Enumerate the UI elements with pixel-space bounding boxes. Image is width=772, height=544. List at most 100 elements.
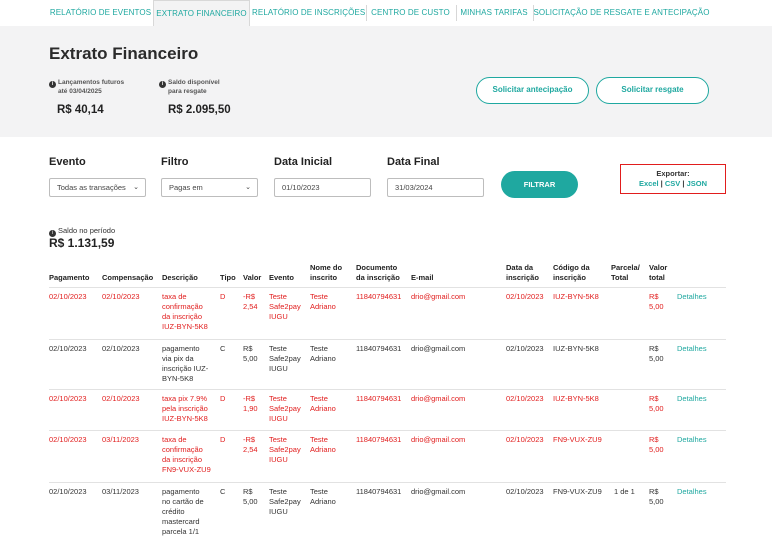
cell-email: drio@gmail.com	[411, 487, 466, 496]
col-descricao: Descrição	[162, 273, 198, 282]
cell-codigo: IUZ-BYN-5K8	[553, 292, 599, 301]
chevron-down-icon: ⌄	[245, 184, 251, 191]
cell-parcela: 1 de 1	[614, 487, 635, 496]
cell-compensacao: 02/10/2023	[102, 292, 140, 301]
cell-email: drio@gmail.com	[411, 344, 466, 353]
col-valor-total: Valor total	[649, 263, 668, 282]
cell-tipo: D	[220, 435, 226, 444]
col-pagamento: Pagamento	[49, 273, 90, 282]
cell-codigo: IUZ-BYN-5K8	[553, 344, 599, 353]
cell-total: R$ 5,00	[649, 394, 664, 413]
details-link[interactable]: Detalhes	[677, 487, 707, 497]
cell-documento: 11840794631	[356, 487, 402, 496]
page-title: Extrato Financeiro	[49, 44, 199, 63]
cell-codigo: IUZ-BYN-5K8	[553, 394, 599, 403]
cell-codigo: FN9-VUX-ZU9	[553, 435, 602, 444]
row-divider	[49, 389, 726, 390]
row-divider	[49, 339, 726, 340]
export-json-link[interactable]: JSON	[687, 179, 707, 188]
cell-evento: Teste Safe2pay IUGU	[269, 394, 301, 423]
cell-email: drio@gmail.com	[411, 394, 466, 403]
cell-tipo: D	[220, 394, 226, 403]
details-link[interactable]: Detalhes	[677, 292, 707, 302]
cell-data: 02/10/2023	[506, 435, 544, 444]
cell-evento: Teste Safe2pay IUGU	[269, 344, 301, 373]
tab-solicitacao-resgate[interactable]: SOLICITAÇÃO DE RESGATE E ANTECIPAÇÃO	[533, 0, 710, 26]
export-excel-link[interactable]: Excel	[639, 179, 659, 188]
cell-pagamento: 02/10/2023	[49, 435, 87, 444]
tab-minhas-tarifas[interactable]: MINHAS TARIFAS	[456, 0, 532, 26]
cell-total: R$ 5,00	[649, 435, 664, 454]
cell-compensacao: 03/11/2023	[102, 435, 139, 444]
data-inicial-label: Data Inicial	[274, 156, 333, 168]
filter-button[interactable]: FILTRAR	[501, 171, 578, 198]
cell-pagamento: 02/10/2023	[49, 292, 87, 301]
evento-select[interactable]: Todas as transações ⌄	[49, 178, 146, 197]
cell-compensacao: 03/11/2023	[102, 487, 139, 496]
col-documento: Documento da inscrição	[356, 263, 400, 282]
request-anticipation-button[interactable]: Solicitar antecipação	[476, 77, 589, 104]
cell-descricao: taxa de confirmação da inscrição IUZ-BYN-5K…	[162, 292, 208, 331]
cell-nome: Teste Adriano	[310, 394, 336, 413]
info-icon: i	[49, 81, 56, 88]
cell-total: R$ 5,00	[649, 292, 664, 311]
col-nome: Nome do inscrito	[310, 263, 343, 282]
cell-nome: Teste Adriano	[310, 292, 336, 311]
col-data-inscricao: Data da inscrição	[506, 263, 539, 282]
cell-nome: Teste Adriano	[310, 344, 336, 363]
row-divider	[49, 482, 726, 483]
tab-relatorio-eventos[interactable]: RELATÓRIO DE EVENTOS	[49, 0, 152, 26]
col-parcela: Parcela/Total	[611, 263, 640, 282]
cell-data: 02/10/2023	[506, 344, 544, 353]
col-valor: Valor	[243, 273, 262, 282]
cell-total: R$ 5,00	[649, 487, 664, 506]
cell-evento: Teste Safe2pay IUGU	[269, 435, 301, 464]
chevron-down-icon: ⌄	[133, 184, 139, 191]
cell-valor: R$ 5,00	[243, 344, 258, 363]
cell-data: 02/10/2023	[506, 292, 544, 301]
cell-descricao: pagamento via pix da inscrição IUZ- BYN-5K8	[162, 344, 209, 383]
export-csv-link[interactable]: CSV	[665, 179, 680, 188]
row-divider	[49, 287, 726, 288]
tab-extrato-financeiro[interactable]: EXTRATO FINANCEIRO	[153, 0, 250, 27]
export-box: Exportar: Excel | CSV | JSON	[620, 164, 726, 194]
cell-valor: R$ 5,00	[243, 487, 258, 506]
col-tipo: Tipo	[220, 273, 236, 282]
export-label: Exportar:	[656, 169, 690, 178]
data-final-input[interactable]: 31/03/2024	[387, 178, 484, 197]
cell-tipo: C	[220, 344, 226, 353]
details-link[interactable]: Detalhes	[677, 344, 707, 354]
cell-tipo: D	[220, 292, 226, 301]
tab-relatorio-inscricoes[interactable]: RELATÓRIO DE INSCRIÇÕES	[252, 0, 365, 26]
details-link[interactable]: Detalhes	[677, 435, 707, 445]
cell-descricao: taxa de confirmação da inscrição FN9-VUX-ZU…	[162, 435, 211, 474]
info-icon: i	[159, 81, 166, 88]
cell-valor: -R$ 1,90	[243, 394, 258, 413]
evento-label: Evento	[49, 156, 86, 168]
nav-tabs: RELATÓRIO DE EVENTOS EXTRATO FINANCEIRO …	[0, 0, 772, 27]
details-link[interactable]: Detalhes	[677, 394, 707, 404]
cell-email: drio@gmail.com	[411, 435, 466, 444]
col-email: E-mail	[411, 273, 434, 282]
row-divider	[49, 430, 726, 431]
available-balance-value: R$ 2.095,50	[168, 104, 231, 116]
cell-pagamento: 02/10/2023	[49, 344, 87, 353]
cell-email: drio@gmail.com	[411, 292, 466, 301]
data-inicial-input[interactable]: 01/10/2023	[274, 178, 371, 197]
filtro-select[interactable]: Pagas em ⌄	[161, 178, 258, 197]
cell-evento: Teste Safe2pay IUGU	[269, 292, 301, 321]
cell-documento: 11840794631	[356, 344, 402, 353]
cell-codigo: FN9-VUX-ZU9	[553, 487, 602, 496]
cell-total: R$ 5,00	[649, 344, 664, 363]
filtro-label: Filtro	[161, 156, 189, 168]
period-balance-value: R$ 1.131,59	[49, 236, 115, 250]
tab-centro-custo[interactable]: CENTRO DE CUSTO	[366, 0, 455, 26]
cell-data: 02/10/2023	[506, 394, 544, 403]
col-compensacao: Compensação	[102, 273, 154, 282]
future-entries-value: R$ 40,14	[57, 104, 104, 116]
request-withdraw-button[interactable]: Solicitar resgate	[596, 77, 709, 104]
cell-documento: 11840794631	[356, 435, 402, 444]
data-final-label: Data Final	[387, 156, 440, 168]
cell-nome: Teste Adriano	[310, 435, 336, 454]
cell-evento: Teste Safe2pay IUGU	[269, 487, 301, 516]
